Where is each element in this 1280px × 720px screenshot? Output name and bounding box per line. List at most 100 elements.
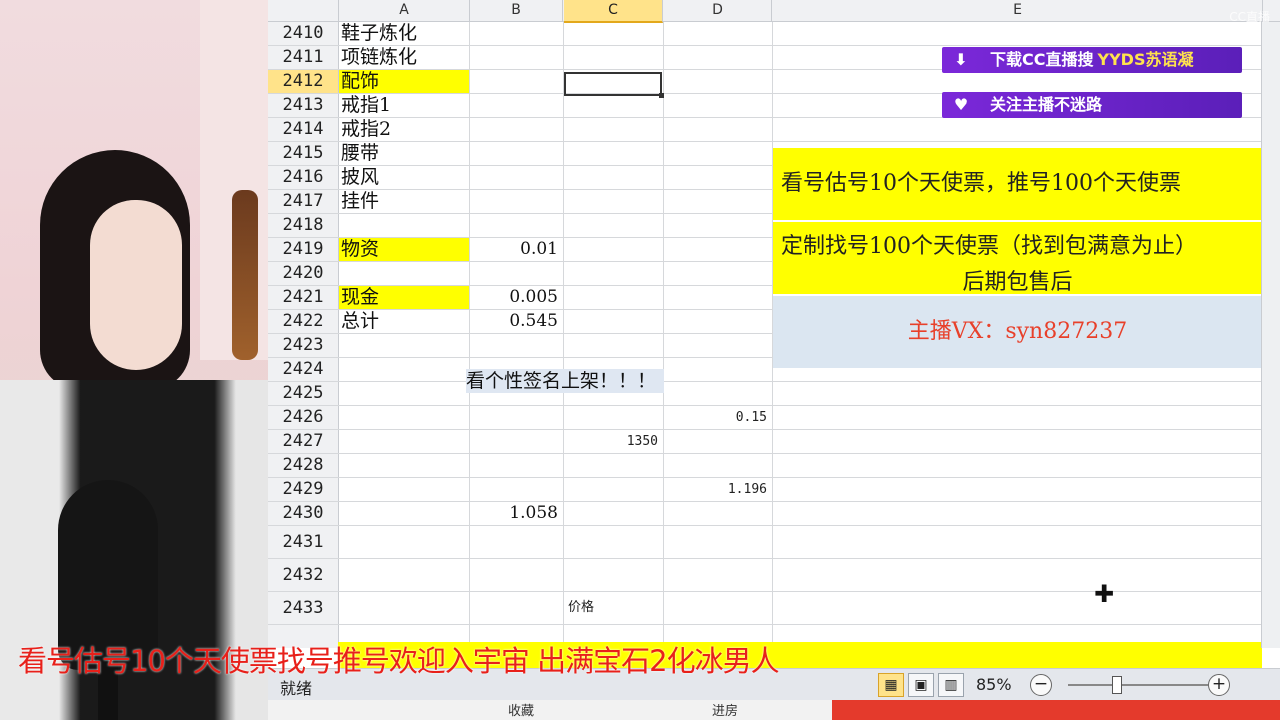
row-header[interactable]: 2413 [268,94,338,117]
row-header[interactable]: 2429 [268,478,338,501]
cell-d[interactable] [664,166,771,189]
cell-b[interactable] [470,334,562,357]
cell-a[interactable] [339,214,469,237]
row-header[interactable]: 2414 [268,118,338,141]
cell-d[interactable] [664,310,771,333]
follow-ad-banner[interactable]: ♥ 关注主播不迷路 [942,92,1242,118]
cell-b[interactable] [470,118,562,141]
cell-a[interactable] [339,559,469,591]
cell-c[interactable] [564,310,662,333]
cell-d[interactable] [664,592,771,624]
cell-c[interactable] [564,406,662,429]
cell-a[interactable]: 总计 [339,310,469,333]
cell-b[interactable] [470,142,562,165]
cell-c[interactable]: 价格 [564,592,662,624]
vertical-scrollbar[interactable] [1261,22,1280,648]
cell-c[interactable] [564,286,662,309]
cell-b[interactable] [470,262,562,285]
row-header[interactable]: 2428 [268,454,338,477]
row-header[interactable]: 2425 [268,382,338,405]
cell-d[interactable] [664,70,771,93]
normal-view-icon[interactable]: ▦ [878,673,904,697]
cell-c[interactable] [564,46,662,69]
cell-b[interactable]: 0.005 [470,286,562,309]
cell-d[interactable] [664,454,771,477]
row-header[interactable]: 2422 [268,310,338,333]
cell-c[interactable] [564,502,662,525]
cell-a[interactable] [339,526,469,558]
column-header-a[interactable]: A [339,0,470,21]
cell-c[interactable] [564,22,662,45]
cell-c[interactable] [564,559,662,591]
cell-c[interactable] [564,334,662,357]
cell-d[interactable] [664,286,771,309]
cell-a[interactable]: 挂件 [339,190,469,213]
row-header[interactable]: 2426 [268,406,338,429]
cell-b[interactable]: 0.01 [470,238,562,261]
cell-b[interactable] [470,478,562,501]
cell-d[interactable] [664,238,771,261]
column-header-b[interactable]: B [470,0,563,21]
cell-b[interactable] [470,22,562,45]
cell-a[interactable]: 披风 [339,166,469,189]
cell-d[interactable]: 1.196 [664,478,771,501]
row-header[interactable]: 2418 [268,214,338,237]
cell-b[interactable] [470,526,562,558]
column-header-c[interactable]: C [564,0,663,23]
row-header[interactable]: 2421 [268,286,338,309]
cell-b[interactable] [470,46,562,69]
zoom-slider-track[interactable] [1068,684,1208,686]
zoom-out-button[interactable]: − [1030,674,1052,696]
cell-a[interactable] [339,430,469,453]
row-header[interactable]: 2423 [268,334,338,357]
cell-b[interactable] [470,430,562,453]
cell-a[interactable]: 现金 [339,286,469,309]
cell-d[interactable] [664,502,771,525]
cell-b[interactable] [470,70,562,93]
cell-b[interactable] [470,190,562,213]
cell-c[interactable] [564,142,662,165]
zoom-slider-thumb[interactable] [1112,676,1122,694]
row-header[interactable]: 2412 [268,70,338,93]
cell-a[interactable]: 鞋子炼化 [339,22,469,45]
cell-d[interactable] [664,526,771,558]
cell-a[interactable] [339,478,469,501]
cell-b[interactable] [470,406,562,429]
cell-b[interactable]: 1.058 [470,502,562,525]
cell-d[interactable] [664,142,771,165]
row-header[interactable]: 2420 [268,262,338,285]
cell-a[interactable]: 腰带 [339,142,469,165]
column-header-e[interactable]: E [773,0,1263,21]
cell-c[interactable]: 1350 [564,430,662,453]
bottom-tab-collect[interactable]: 收藏 [508,700,534,719]
row-header[interactable]: 2419 [268,238,338,261]
bottom-tab-enter[interactable]: 进房 [712,700,738,719]
cell-a[interactable]: 物资 [339,238,469,261]
row-header[interactable]: 2431 [268,526,338,558]
row-header[interactable]: 2410 [268,22,338,45]
cell-d[interactable] [664,22,771,45]
cell-a[interactable] [339,334,469,357]
cell-a[interactable] [339,262,469,285]
row-header[interactable]: 2432 [268,559,338,591]
cell-c[interactable] [564,262,662,285]
row-header[interactable]: 2424 [268,358,338,381]
cell-a[interactable] [339,406,469,429]
cell-d[interactable]: 0.15 [664,406,771,429]
cell-c[interactable] [564,190,662,213]
row-header[interactable]: 2415 [268,142,338,165]
cell-c[interactable] [564,238,662,261]
cell-b[interactable] [470,166,562,189]
cell-d[interactable] [664,358,771,381]
bottom-red-button[interactable] [832,700,1280,720]
download-ad-banner[interactable]: ⬇ 下载CC直播搜 YYDS苏语凝 [942,47,1242,73]
cell-a[interactable] [339,358,469,381]
active-cell-c2412[interactable] [564,72,664,98]
cell-d[interactable] [664,46,771,69]
zoom-in-button[interactable]: + [1208,674,1230,696]
cell-b[interactable] [470,214,562,237]
cell-d[interactable] [664,430,771,453]
cell-b[interactable] [470,592,562,624]
cell-c[interactable] [564,94,662,117]
cell-d[interactable] [664,262,771,285]
